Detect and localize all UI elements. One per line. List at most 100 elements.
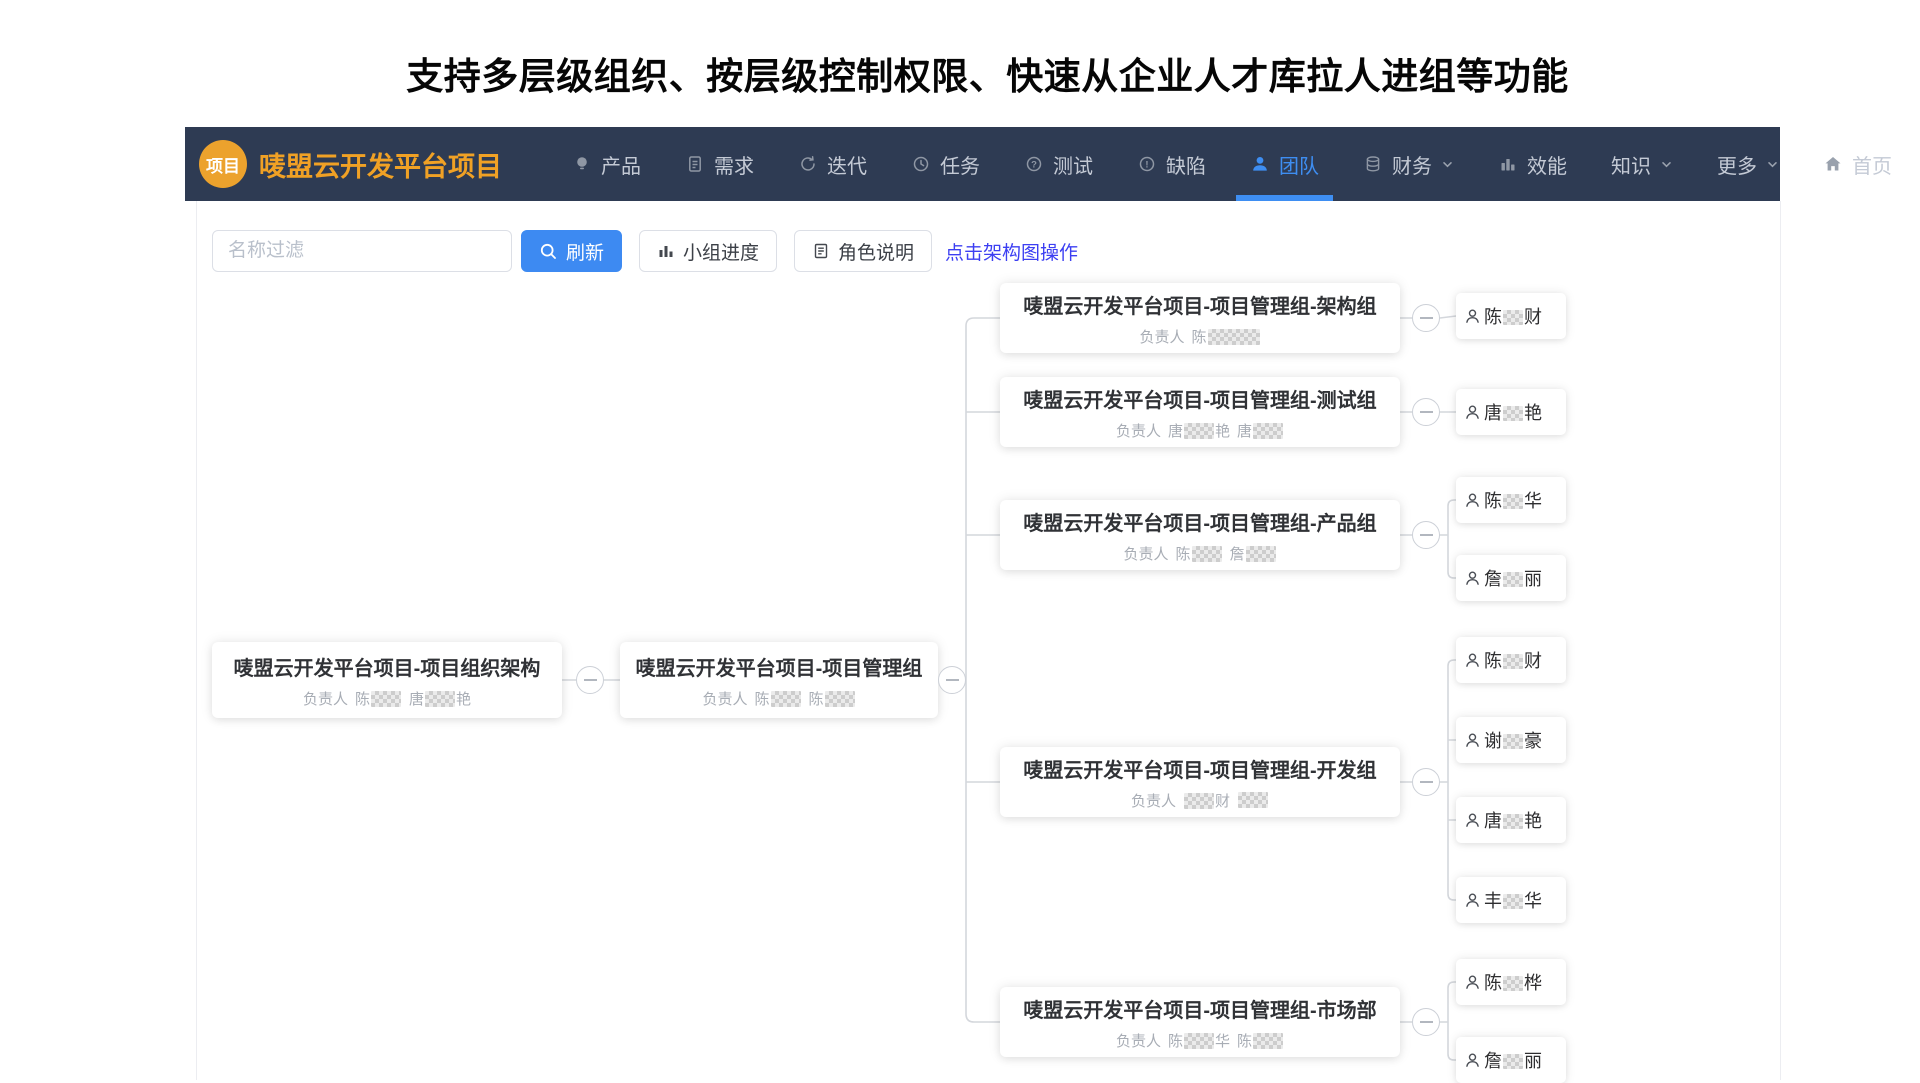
person-outline-icon [1464,492,1481,509]
org-node-title: 唛盟云开发平台项目-项目管理组-市场部 [1023,994,1376,1023]
member-card[interactable]: 詹丽 [1456,555,1566,601]
censored-text [1503,1054,1523,1069]
censored-text [371,691,401,707]
collapse-toggle[interactable] [576,666,604,694]
censored-text [1253,1033,1283,1049]
person-outline-icon [1464,1052,1481,1069]
person-outline-icon [1464,404,1481,421]
org-node-owners: 负责人陈陈 [702,688,855,709]
collapse-toggle[interactable] [1412,521,1440,549]
minus-icon [1420,781,1433,783]
member-name: 唐艳 [1484,807,1542,833]
owner-name: 詹 [1230,543,1277,564]
collapse-toggle[interactable] [938,666,966,694]
owner-name: 唐 [1237,420,1284,441]
member-name: 丰华 [1484,887,1542,913]
member-name: 陈财 [1484,303,1542,329]
org-node-title: 唛盟云开发平台项目-项目管理组-开发组 [1023,754,1376,783]
owner-name: 陈 [355,688,402,709]
owner-name: 陈 [1175,543,1222,564]
org-node-title: 唛盟云开发平台项目-项目管理组-架构组 [1023,290,1376,319]
org-node-group-market[interactable]: 唛盟云开发平台项目-项目管理组-市场部负责人陈华陈 [1000,987,1400,1057]
org-node-owners: 负责人陈詹 [1123,543,1276,564]
minus-icon [946,679,959,681]
person-outline-icon [1464,570,1481,587]
org-node-management[interactable]: 唛盟云开发平台项目-项目管理组负责人陈陈 [620,642,938,718]
censored-text [1238,792,1268,808]
censored-text [1503,654,1523,669]
person-outline-icon [1464,812,1481,829]
censored-text [1503,494,1523,509]
censored-text [1192,546,1222,562]
censored-text [1503,814,1523,829]
member-card[interactable]: 谢豪 [1456,717,1566,763]
owner-prefix-label: 负责人 [1123,543,1168,564]
member-card[interactable]: 陈华 [1456,477,1566,523]
owner-name [1237,792,1269,809]
censored-text [1503,734,1523,749]
member-name: 唐艳 [1484,399,1542,425]
org-node-title: 唛盟云开发平台项目-项目管理组-测试组 [1023,384,1376,413]
member-name: 陈桦 [1484,969,1542,995]
owner-name: 陈 [809,688,856,709]
org-node-group-development[interactable]: 唛盟云开发平台项目-项目管理组-开发组负责人财 [1000,747,1400,817]
org-node-group-test[interactable]: 唛盟云开发平台项目-项目管理组-测试组负责人唐艳唐 [1000,377,1400,447]
collapse-toggle[interactable] [1412,768,1440,796]
org-node-title: 唛盟云开发平台项目-项目组织架构 [234,652,541,681]
person-outline-icon [1464,732,1481,749]
minus-icon [584,679,597,681]
member-card[interactable]: 陈财 [1456,637,1566,683]
censored-text [1253,423,1283,439]
org-node-title: 唛盟云开发平台项目-项目管理组 [636,652,923,681]
owner-name: 唐艳 [1168,420,1230,441]
collapse-toggle[interactable] [1412,304,1440,332]
member-card[interactable]: 詹丽 [1456,1037,1566,1083]
censored-text [1503,406,1523,421]
org-node-root[interactable]: 唛盟云开发平台项目-项目组织架构负责人陈唐艳 [212,642,562,718]
owner-name: 陈 [754,688,801,709]
censored-text [1246,546,1276,562]
owner-name: 陈 [1192,326,1261,347]
person-outline-icon [1464,652,1481,669]
member-name: 詹丽 [1484,1047,1542,1073]
owner-name: 陈华 [1168,1030,1230,1051]
member-card[interactable]: 陈桦 [1456,959,1566,1005]
person-outline-icon [1464,892,1481,909]
censored-text [1208,329,1260,345]
censored-text [1184,1033,1214,1049]
org-node-group-architecture[interactable]: 唛盟云开发平台项目-项目管理组-架构组负责人陈 [1000,283,1400,353]
org-node-group-product[interactable]: 唛盟云开发平台项目-项目管理组-产品组负责人陈詹 [1000,500,1400,570]
owner-prefix-label: 负责人 [1139,326,1184,347]
org-node-owners: 负责人陈 [1139,326,1260,347]
censored-text [1503,976,1523,991]
censored-text [771,691,801,707]
censored-text [1503,310,1523,325]
censored-text [1503,894,1523,909]
minus-icon [1420,411,1433,413]
owner-name: 财 [1183,790,1230,811]
owner-prefix-label: 负责人 [303,688,348,709]
owner-name: 唐艳 [409,688,471,709]
org-node-owners: 负责人陈华陈 [1116,1030,1284,1051]
minus-icon [1420,534,1433,536]
censored-text [1184,423,1214,439]
minus-icon [1420,1021,1433,1023]
member-card[interactable]: 唐艳 [1456,797,1566,843]
owner-prefix-label: 负责人 [1116,420,1161,441]
member-name: 陈财 [1484,647,1542,673]
org-connector-lines [0,0,1920,1080]
censored-text [425,691,455,707]
member-card[interactable]: 丰华 [1456,877,1566,923]
member-name: 詹丽 [1484,565,1542,591]
member-name: 谢豪 [1484,727,1542,753]
member-card[interactable]: 唐艳 [1456,389,1566,435]
member-card[interactable]: 陈财 [1456,293,1566,339]
collapse-toggle[interactable] [1412,398,1440,426]
org-node-owners: 负责人唐艳唐 [1116,420,1284,441]
member-name: 陈华 [1484,487,1542,513]
org-chart: 唛盟云开发平台项目-项目组织架构负责人陈唐艳唛盟云开发平台项目-项目管理组负责人… [0,0,1920,1080]
person-outline-icon [1464,974,1481,991]
org-node-owners: 负责人财 [1131,790,1269,811]
collapse-toggle[interactable] [1412,1008,1440,1036]
owner-prefix-label: 负责人 [1131,790,1176,811]
